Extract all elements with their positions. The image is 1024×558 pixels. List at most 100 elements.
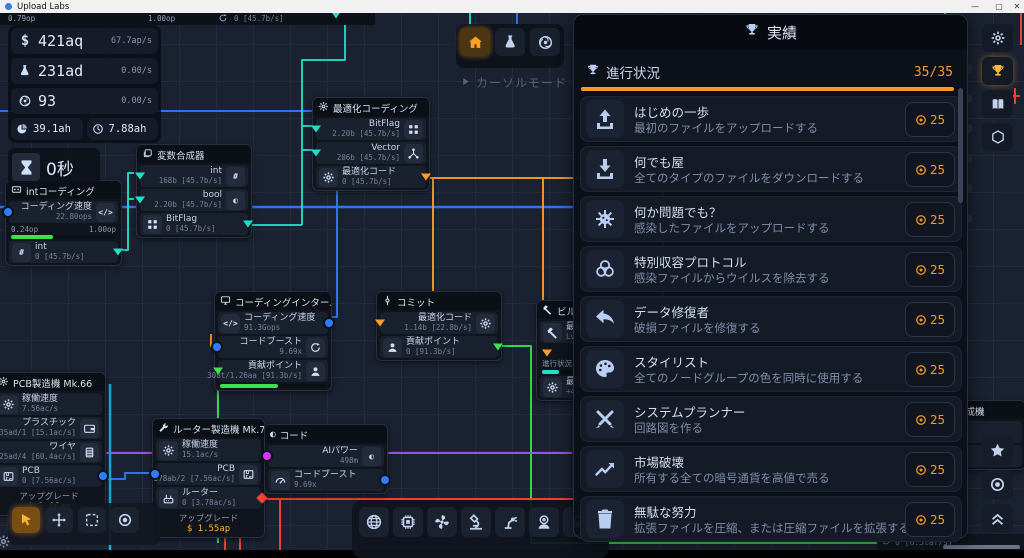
row-value: 378ab/2 [7.56ac/s] [154,475,235,483]
menu-hexagon-button[interactable] [982,123,1013,151]
achievement-description: 全てのタイプのファイルをダウンロードする [634,170,864,186]
mini-progress-bar [542,370,572,374]
achievement-reward-value: 25 [930,112,945,127]
strip-row-value: 0 [45.7b/s] [234,14,284,23]
menu-book-button[interactable] [982,90,1013,118]
achievements-scrollbar[interactable] [958,88,963,203]
node-row: プラスチック135ad/1 [15.1ac/s] [0,417,102,439]
upgrade-label: アップグレード [0,490,105,502]
achievement-row[interactable]: システムプランナー回路図を作る25 [580,396,962,442]
node-header: 最適化コーディング [313,98,429,116]
action-target-button[interactable] [982,470,1013,499]
coin-icon [915,364,927,376]
node-row: int168b [45.7b/s]# [140,165,248,187]
tab-home-button[interactable] [460,28,490,56]
achievement-row[interactable]: 何か問題でも？感染したファイルをアップロードする25 [580,196,962,242]
node-row: AIパワー498m◐ [268,445,384,467]
row-value: 0 [45.7b/s] [35,253,85,261]
achievement-row[interactable]: 市場破壊所有する全ての暗号通貨を高値で売る25 [580,446,962,492]
node-header: コミット [377,292,501,310]
achievement-row[interactable]: 無駄な努力拡張ファイルを圧縮、または圧縮ファイルを拡張する25 [580,496,962,542]
astronaut-icon [535,513,553,531]
output-port-blue [381,476,389,484]
row-icon person-icon [383,338,402,357]
row-icon vector-icon [404,144,423,163]
output-port-orange [421,174,431,181]
graph-node[interactable]: 最適化コーディングBitFlag2.20b [45.7b/s]Vector206… [312,97,430,191]
row-value: 15.1ac/s [182,451,218,459]
tool-cursor-button[interactable] [12,507,40,533]
input-port-teal [135,173,145,180]
graph-node[interactable]: 変数合成器 int168b [45.7b/s]#bool2.20b [45.7b/… [136,144,252,238]
row-text: 最適化コード1.14b [22.8b/s] [404,314,472,332]
category-chip-button[interactable] [393,507,423,537]
category-astronaut-button[interactable] [529,507,559,537]
node-header: 変数合成器 [137,145,251,163]
tool-select-button[interactable] [78,507,106,533]
gear-icon [990,30,1006,46]
action-chevrons-button[interactable] [982,504,1013,533]
category-robot-button[interactable] [495,507,525,537]
achievement-row[interactable]: 特別収容プロトコル感染ファイルからウイルスを除去する25 [580,246,962,292]
node-title: 最適化コーディング [333,101,418,115]
tool-target-button[interactable] [111,507,139,533]
coin-icon [915,414,927,426]
node-row: bool2.20b [45.7b/s]◐ [140,189,248,211]
menu-gear-button[interactable] [982,24,1013,52]
node-row: 貢献ポイント308t/1.26aa [91.3b/s] [218,360,328,382]
tab-disc-button[interactable] [530,28,560,56]
row-text: int168b [45.7b/s] [159,167,222,185]
graph-node[interactable]: PCB製造機 Mk.66稼働速度7.56ac/sプラスチック135ad/1 [1… [0,372,106,516]
window-titlebar: Upload Labs — ▢ ✕ [0,0,1024,13]
row-text: 稼働速度7.56ac/s [22,395,58,413]
menu-trophy-button[interactable] [982,57,1013,85]
currency-value: 93 [38,92,56,110]
achievement-reward-value: 25 [930,212,945,227]
achievement-row[interactable]: スタイリスト全てのノードグループの色を同時に使用する25 [580,346,962,392]
achievement-icon-tile [586,350,624,388]
graph-node[interactable]: ルーター製造機 Mk.76稼働速度15.1ac/sPCB378ab/2 [7.5… [152,418,265,538]
achievement-reward-badge: 25 [905,352,955,387]
row-icon hash-icon: # [12,243,31,262]
achievement-description: 全てのノードグループの色を同時に使用する [634,370,863,386]
palette-icon [593,357,617,381]
row-text: 貢献ポイント0 [91.3b/s] [406,338,460,356]
category-fan-button[interactable] [427,507,457,537]
achievements-panel-header: 実績 [574,15,967,49]
row-text: 最適化コード0 [45.7b/s] [342,168,396,186]
row-icon person-icon [306,362,325,381]
achievement-title: データ修復者 [634,302,709,321]
graph-node[interactable]: ◐コードAIパワー498m◐コードブースト9.69x [264,424,388,494]
category-globe-button[interactable] [359,507,389,537]
achievement-description: 回路図を作る [634,420,703,436]
achievement-row[interactable]: データ修復者破損ファイルを修復する25 [580,296,962,342]
graph-node[interactable]: コーディングインター…</>コーディング速度91.3Gopsコードブースト9.6… [214,291,332,391]
node-upgrade[interactable]: アップグレード$ 1.55ap [153,511,264,537]
achievements-progress-count: 35/35 [914,65,953,80]
graph-node[interactable]: コミット最適化コード1.14b [22.8b/s] 貢献ポイント0 [91.3b/… [376,291,502,361]
trophy-icon [990,63,1006,79]
close-button[interactable]: ✕ [1008,0,1024,13]
category-microscope-button[interactable] [461,507,491,537]
select-icon [84,512,100,528]
row-value: 0 [45.7b/s] [166,225,216,233]
input-port-teal [311,150,321,157]
achievements-progress-bar [581,87,954,91]
action-star-button[interactable] [982,436,1013,465]
achievement-row[interactable]: はじめの一歩最初のファイルをアップロードする25 [580,96,962,142]
tool-move-button[interactable] [45,507,73,533]
achievement-row[interactable]: 何でも屋全てのタイプのファイルをダウンロードする25 [580,146,962,192]
minimize-button[interactable]: — [966,0,984,13]
achievement-title: 特別収容プロトコル [634,252,747,271]
maximize-button[interactable]: ▢ [990,0,1008,13]
chevrons-icon [989,510,1006,527]
horizontal-scrollbar[interactable] [943,545,1020,549]
progress-bar [220,384,326,388]
tab-flask-button[interactable] [495,28,525,56]
achievement-icon-tile [586,450,624,488]
currency-rate: 0.00/s [121,66,152,76]
node-header: ◐コード [265,425,387,443]
row-text: 稼働速度15.1ac/s [182,441,218,459]
row-icon gear-icon [0,395,18,414]
graph-node[interactable]: intコーディングコーディング速度22.80ops</>0.24op1.00op… [5,180,122,266]
